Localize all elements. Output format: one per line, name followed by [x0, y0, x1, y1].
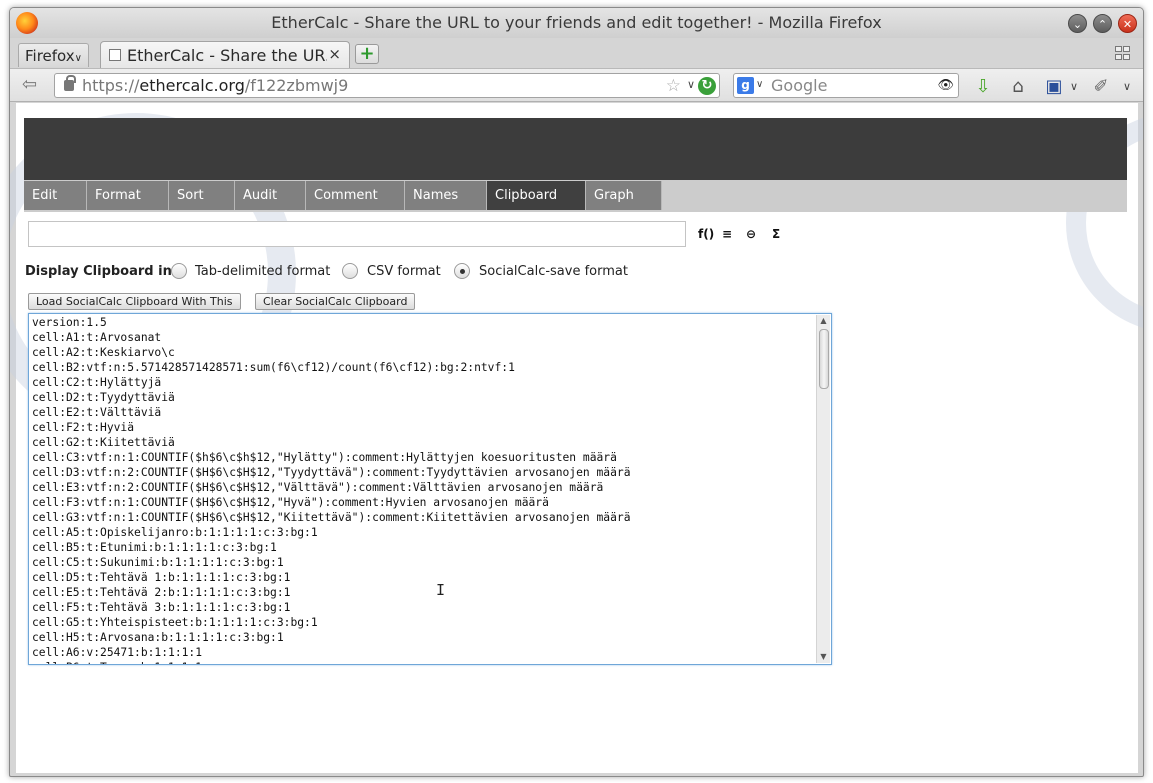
clipboard-line: cell:E2:t:Välttäviä [32, 406, 162, 419]
clipboard-line: cell:G5:t:Yhteispisteet:b:1:1:1:1:c:3:bg… [32, 616, 318, 629]
window-title: EtherCalc - Share the URL to your friend… [271, 13, 882, 32]
bookmarks-dropdown-icon[interactable]: ∨ [1063, 76, 1085, 98]
tab-clipboard[interactable]: Clipboard [487, 181, 586, 210]
clipboard-line: cell:B2:vtf:n:5.571428571428571:sum(f6\c… [32, 361, 515, 374]
clipboard-line: cell:A1:t:Arvosanat [32, 331, 162, 344]
radio-tab-delimited[interactable] [171, 263, 187, 279]
formula-input[interactable] [28, 221, 686, 247]
load-clipboard-button[interactable]: Load SocialCalc Clipboard With This [28, 293, 241, 310]
browser-window: EtherCalc - Share the URL to your friend… [9, 7, 1144, 777]
toolbar-overflow-chevron-icon[interactable]: ∨ [1116, 76, 1138, 98]
url-host: ethercalc.org [139, 76, 245, 95]
navigation-toolbar: ⇦ https://ethercalc.org/f122zbmwj9 ☆ ∨ ↻… [10, 68, 1143, 102]
tab-audit[interactable]: Audit [235, 181, 306, 210]
url-scheme: https:// [82, 76, 140, 95]
google-engine-icon[interactable]: g [737, 77, 754, 94]
tab-strip: Firefox∨ EtherCalc - Share the UR... × + [10, 38, 1143, 68]
reload-icon[interactable]: ↻ [698, 77, 716, 95]
clipboard-line: cell:E3:vtf:n:2:COUNTIF($H$6\c$H$12,"Väl… [32, 481, 604, 494]
ethercalc-header [24, 118, 1127, 180]
tab-names[interactable]: Names [405, 181, 487, 210]
home-icon[interactable]: ⌂ [1007, 76, 1029, 98]
tab-format[interactable]: Format [87, 181, 169, 210]
radio-socialcalc-save[interactable] [454, 263, 470, 279]
title-bar[interactable]: EtherCalc - Share the URL to your friend… [10, 8, 1143, 38]
browser-tab[interactable]: EtherCalc - Share the UR... × [100, 41, 350, 68]
radio-label-socialcalc-save: SocialCalc-save format [479, 264, 628, 279]
function-icon[interactable]: f() [698, 227, 714, 241]
clipboard-line: cell:D3:vtf:n:2:COUNTIF($H$6\c$H$12,"Tyy… [32, 466, 631, 479]
clipboard-line: cell:G2:t:Kiitettäviä [32, 436, 175, 449]
minimize-icon[interactable]: ⌄ [1068, 14, 1087, 33]
clipboard-line: cell:B5:t:Etunimi:b:1:1:1:1:c:3:bg:1 [32, 541, 277, 554]
clipboard-textarea[interactable]: version:1.5 cell:A1:t:Arvosanat cell:A2:t:… [28, 313, 832, 665]
bookmarks-icon[interactable]: ▣ [1043, 76, 1065, 98]
binoculars-icon[interactable]: 👁 [937, 78, 954, 93]
multiline-icon[interactable]: ≡ [722, 227, 732, 241]
radio-csv[interactable] [342, 263, 358, 279]
back-arrow-icon[interactable]: ⇦ [22, 74, 44, 96]
search-input[interactable]: Google [771, 76, 827, 95]
clipboard-line: cell:F3:vtf:n:1:COUNTIF($H$6\c$H$12,"Hyv… [32, 496, 549, 509]
tab-comment[interactable]: Comment [306, 181, 405, 210]
firefox-menu-label: Firefox [25, 47, 75, 65]
clipboard-line: cell:A5:t:Opiskelijanro:b:1:1:1:1:c:3:bg… [32, 526, 318, 539]
tab-sort[interactable]: Sort [169, 181, 235, 210]
url-history-dropdown-icon[interactable]: ∨ [687, 78, 695, 91]
firefox-menu-button[interactable]: Firefox∨ [18, 43, 89, 67]
clipboard-line: cell:C3:vtf:n:1:COUNTIF($h$6\c$h$12,"Hyl… [32, 451, 617, 464]
clipboard-line: cell:E5:t:Tehtävä 2:b:1:1:1:1:c:3:bg:1 [32, 586, 291, 599]
clipboard-line: cell:C2:t:Hylättyjä [32, 376, 162, 389]
chevron-down-icon: ∨ [74, 53, 82, 64]
radio-label-csv: CSV format [367, 264, 441, 279]
search-bar[interactable]: g ∨ Google 👁 [733, 73, 959, 98]
display-clipboard-label: Display Clipboard in: [25, 264, 178, 279]
tab-groups-icon[interactable] [1115, 46, 1131, 62]
clipboard-line: cell:H5:t:Arvosana:b:1:1:1:1:c:3:bg:1 [32, 631, 284, 644]
clipboard-line: version:1.5 [32, 316, 107, 329]
close-icon[interactable]: ✕ [1118, 14, 1137, 33]
clipboard-line: cell:A2:t:Keskiarvo\c [32, 346, 175, 359]
sum-icon[interactable]: Σ [772, 227, 780, 241]
text-cursor-icon: I [436, 581, 446, 599]
clear-clipboard-button[interactable]: Clear SocialCalc Clipboard [255, 293, 416, 310]
page-content: Edit Format Sort Audit Comment Names Cli… [10, 103, 1143, 773]
url-bar[interactable]: https://ethercalc.org/f122zbmwj9 ☆ ∨ ↻ [54, 73, 720, 98]
scroll-down-icon[interactable]: ▼ [817, 651, 830, 663]
clipboard-line: cell:F5:t:Tehtävä 3:b:1:1:1:1:c:3:bg:1 [32, 601, 291, 614]
engine-dropdown-icon[interactable]: ∨ [756, 79, 763, 90]
clipboard-line: cell:A6:v:25471:b:1:1:1:1 [32, 646, 203, 659]
radio-label-tab-delimited: Tab-delimited format [195, 264, 331, 279]
clipboard-line: cell:G3:vtf:n:1:COUNTIF($H$6\c$H$12,"Kii… [32, 511, 631, 524]
clipboard-text: version:1.5 cell:A1:t:Arvosanat cell:A2:t:… [32, 315, 812, 664]
ethercalc-tabbar: Edit Format Sort Audit Comment Names Cli… [24, 180, 1127, 212]
scrollbar-thumb[interactable] [819, 329, 829, 389]
page-favicon-icon [109, 49, 121, 61]
eyedropper-icon[interactable]: ✐ [1090, 76, 1112, 98]
tab-edit[interactable]: Edit [24, 181, 87, 210]
link-icon[interactable]: ⊖ [746, 227, 756, 241]
clipboard-line: cell:D5:t:Tehtävä 1:b:1:1:1:1:c:3:bg:1 [32, 571, 291, 584]
downloads-icon[interactable]: ⇩ [972, 76, 994, 98]
url-path: /f122zbmwj9 [244, 76, 349, 95]
tab-close-icon[interactable]: × [328, 45, 341, 63]
maximize-icon[interactable]: ⌃ [1093, 14, 1112, 33]
tab-graph[interactable]: Graph [586, 181, 662, 210]
tab-title: EtherCalc - Share the UR... [127, 46, 327, 65]
url-text[interactable]: https://ethercalc.org/f122zbmwj9 [82, 76, 348, 95]
new-tab-button[interactable]: + [355, 44, 379, 64]
clipboard-line: cell:C5:t:Sukunimi:b:1:1:1:1:c:3:bg:1 [32, 556, 284, 569]
bookmark-star-icon[interactable]: ☆ [666, 76, 681, 96]
scroll-up-icon[interactable]: ▲ [817, 315, 830, 327]
clipboard-line: cell:F2:t:Hyviä [32, 421, 135, 434]
vertical-scrollbar[interactable]: ▲ ▼ [816, 315, 830, 663]
clipboard-line: cell:B6:t:Teemu:b:1:1:1:1 [32, 660, 812, 664]
lock-icon [64, 75, 76, 91]
clipboard-line: cell:D2:t:Tyydyttäviä [32, 391, 175, 404]
